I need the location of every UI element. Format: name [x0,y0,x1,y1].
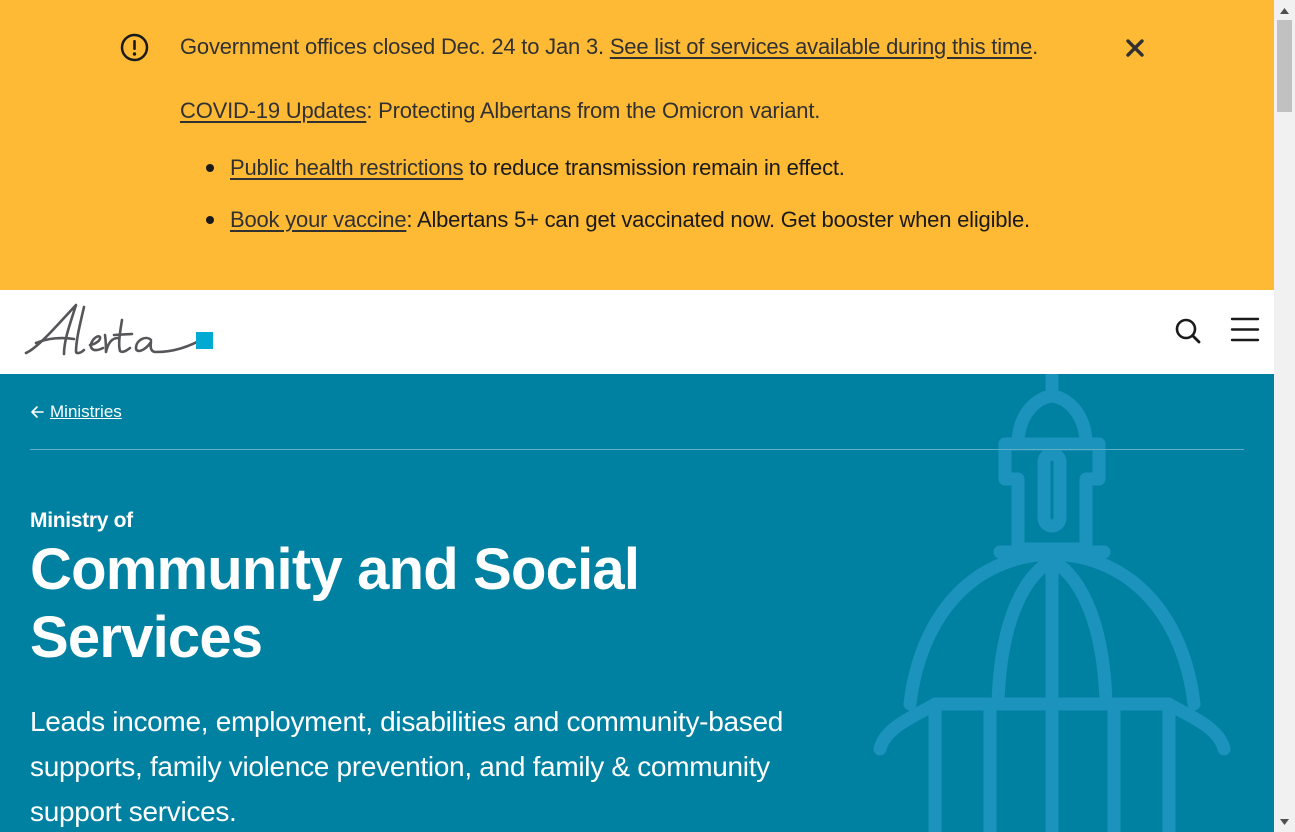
ministry-hero: Ministries Ministry of Community and Soc… [0,374,1274,832]
list-item: Public health restrictions to reduce tra… [204,150,1030,202]
list-item: Book your vaccine: Albertans 5+ can get … [204,202,1030,254]
divider [30,449,1244,450]
search-icon [1175,318,1201,344]
covid-notice-text: : Protecting Albertans from the Omicron … [366,98,821,123]
page: Government offices closed Dec. 24 to Jan… [0,0,1274,832]
covid-bullet-list: Public health restrictions to reduce tra… [204,150,1030,254]
book-vaccine-link[interactable]: Book your vaccine [230,207,407,232]
menu-button[interactable] [1230,316,1260,344]
scroll-down-icon [1280,818,1289,825]
close-icon [1126,39,1144,57]
bullet-dot [206,164,214,172]
exclamation-circle-icon [120,33,149,62]
hamburger-menu-icon [1230,317,1260,342]
breadcrumb: Ministries [30,402,122,422]
scroll-thumb[interactable] [1277,20,1292,112]
page-title: Community and Social Services [30,537,640,670]
alberta-logo[interactable] [24,302,216,362]
breadcrumb-ministries-link[interactable]: Ministries [50,402,122,422]
covid-updates-link[interactable]: COVID-19 Updates [180,98,367,123]
ministry-description: Leads income, employment, disabilities a… [30,706,783,827]
bullet-dot [206,216,214,224]
scroll-up-icon [1280,7,1289,14]
ministry-eyebrow: Ministry of [30,509,133,532]
office-closure-end: . [1032,34,1038,59]
site-header [0,290,1274,374]
close-alert-button[interactable] [1124,37,1146,59]
bullet-text: : Albertans 5+ can get vaccinated now. G… [406,207,1030,232]
bullet-text: to reduce transmission remain in effect. [463,155,845,180]
scroll-down-arrow[interactable] [1274,813,1295,830]
search-button[interactable] [1174,317,1202,345]
office-closure-text: Government offices closed Dec. 24 to Jan… [180,34,610,59]
services-list-link[interactable]: See list of services available during th… [610,34,1032,59]
public-health-restrictions-link[interactable]: Public health restrictions [230,155,463,180]
covid-notice: COVID-19 Updates: Protecting Albertans f… [180,98,820,124]
vertical-scrollbar[interactable] [1274,0,1295,832]
legislature-dome-icon [873,374,1231,832]
office-closure-notice: Government offices closed Dec. 24 to Jan… [180,34,1038,60]
arrow-left-icon [31,406,44,418]
alert-banner: Government offices closed Dec. 24 to Jan… [0,0,1274,290]
scroll-up-arrow[interactable] [1274,2,1295,19]
